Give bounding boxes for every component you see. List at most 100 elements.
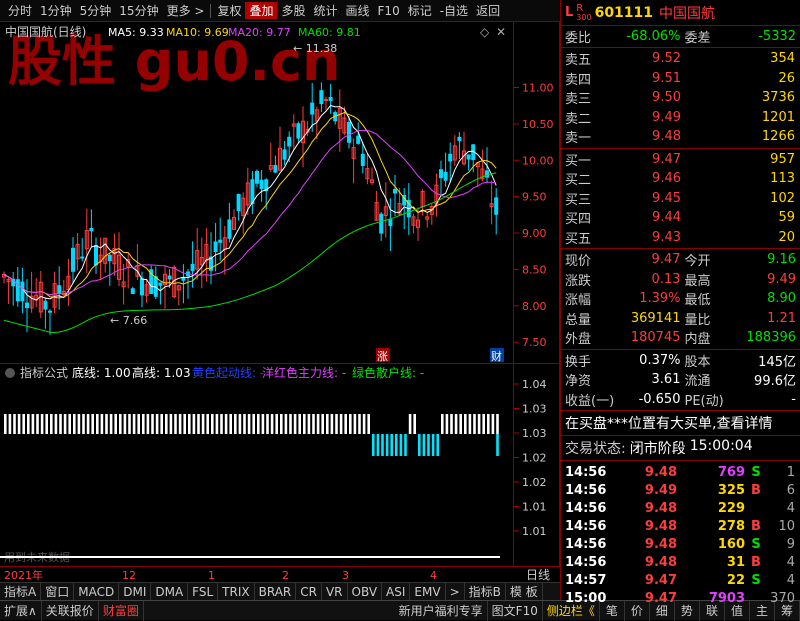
price-tick: 9.00 <box>522 227 547 240</box>
indicator-pane[interactable]: 指标公式 底线: 1.00 高线: 1.03 黄色起动线: - 洋红色主力线: … <box>0 364 514 566</box>
indicator-bar-cyan <box>385 434 389 456</box>
toolbar-item-13[interactable]: 返回 <box>472 2 504 19</box>
indicator-tick: 1.03 <box>522 403 547 416</box>
buys-price: 9.44 <box>652 210 681 226</box>
kline-svg[interactable]: 股性 gu0.cn 中国国航(日线) MA5: 9.33 MA10: 9.69 MA… <box>0 22 514 364</box>
status-right-0[interactable]: 新用户福利专享 <box>395 600 488 621</box>
indicator-tab-7[interactable]: BRAR <box>255 582 297 601</box>
sells-row[interactable]: 卖四 9.51 26 <box>561 69 800 89</box>
sells-row[interactable]: 卖二 9.49 1201 <box>561 108 800 128</box>
toolbar-item-12[interactable]: -自选 <box>436 2 472 19</box>
indicator-tab-14[interactable]: 指标B <box>465 582 506 601</box>
toolbar-item-0[interactable]: 分时 <box>4 2 36 19</box>
indicator-tab-13[interactable]: > <box>446 582 465 601</box>
indicator-tab-12[interactable]: EMV <box>410 582 446 601</box>
sells-row[interactable]: 卖五 9.52 354 <box>561 49 800 69</box>
indicator-bar-white <box>307 414 311 434</box>
toolbar-item-9[interactable]: 画线 <box>342 2 374 19</box>
indicator-tab-1[interactable]: 窗口 <box>41 582 75 601</box>
expand-diamond-icon[interactable]: ◇ <box>480 25 490 39</box>
indicator-toggle-icon[interactable] <box>5 368 15 378</box>
buys-row[interactable]: 买二 9.46 113 <box>561 169 800 189</box>
candle-body <box>190 263 195 271</box>
buys-row[interactable]: 买三 9.45 102 <box>561 189 800 209</box>
chart-toolbar: 分时 1分钟 5分钟 15分钟 更多 > 复权 叠加 多股 统计 画线 F10 标记 -自选 返回 <box>0 0 560 22</box>
indicator-bar-cyan <box>422 434 426 456</box>
toolbar-item-7[interactable]: 多股 <box>277 2 309 19</box>
status-left-0[interactable]: 扩展∧ <box>0 600 42 621</box>
indicator-bar-white <box>82 414 85 434</box>
sells-volume: 26 <box>778 70 795 86</box>
weicha-label: 委差 <box>684 31 711 46</box>
indicator-tab-6[interactable]: TRIX <box>218 582 255 601</box>
tick-time: 15:00 <box>565 590 607 606</box>
toolbar-item-6[interactable]: 叠加 <box>245 2 278 19</box>
tick-row: 14:56 9.48 278 B 10 <box>561 517 800 535</box>
indicator-tab-8[interactable]: CR <box>296 582 322 601</box>
status-right-1[interactable]: 图文F10 <box>488 600 543 621</box>
toolbar-item-2[interactable]: 5分钟 <box>76 2 116 19</box>
indicator-tab-15[interactable]: 模 板 <box>506 582 543 601</box>
indicator-tab-0[interactable]: 指标A <box>0 582 42 601</box>
ma-legend-item: MA60: 9.81 <box>298 26 361 39</box>
toolbar-item-1[interactable]: 1分钟 <box>36 2 76 19</box>
candle-body <box>255 170 259 184</box>
indicator-bar-white <box>243 414 246 434</box>
indicator-bar-cyan <box>436 434 439 456</box>
indicator-bar-cyan <box>427 434 430 456</box>
indicator-tab-10[interactable]: OBV <box>348 582 383 601</box>
buys-row[interactable]: 买一 9.47 957 <box>561 150 800 170</box>
indicator-bar-white <box>105 414 108 434</box>
indicator-tab-3[interactable]: DMI <box>119 582 152 601</box>
stat-row: 涨跌 0.13 最高 9.49 <box>561 270 800 290</box>
sells-row[interactable]: 卖三 9.50 3736 <box>561 88 800 108</box>
indicator-tab-11[interactable]: ASI <box>382 582 411 601</box>
buys-row[interactable]: 买四 9.44 59 <box>561 208 800 228</box>
indicator-line1-label: 黄色起动线: - <box>192 366 264 380</box>
indicator-bar-white <box>247 414 251 434</box>
kline-chart-pane[interactable]: 股性 gu0.cn 中国国航(日线) MA5: 9.33 MA10: 9.69 MA… <box>0 22 514 364</box>
status-left-2[interactable]: 财富圈 <box>99 600 144 621</box>
sells-price: 9.50 <box>652 90 681 106</box>
share-label: 流通 <box>684 374 711 390</box>
indicator-bar-white <box>445 414 449 434</box>
candle-body <box>213 241 218 253</box>
toolbar-item-8[interactable]: 统计 <box>310 2 342 19</box>
tick-count: 370 <box>770 590 795 606</box>
toolbar-item-11[interactable]: 标记 <box>404 2 436 19</box>
ma-legend-item: MA5: 9.33 <box>108 26 164 39</box>
indicator-tab-4[interactable]: DMA <box>151 582 189 601</box>
sells-label: 卖五 <box>565 53 592 69</box>
indicator-bar-white <box>215 414 219 434</box>
buy-orders: 买一 9.47 957 买二 9.46 113 买三 9.45 102 买四 9.44 59 买五 9.4… <box>561 149 800 249</box>
news-alert[interactable]: 在买盘***位置有大买单,查看详情 <box>561 411 800 436</box>
indicator-bar-white <box>13 414 16 434</box>
indicator-tab-2[interactable]: MACD <box>74 582 120 601</box>
indicator-bar-white <box>8 414 12 434</box>
indicator-tab-9[interactable]: VR <box>322 582 348 601</box>
toolbar-item-10[interactable]: F10 <box>374 4 404 18</box>
status-left-1[interactable]: 关联报价 <box>42 600 99 621</box>
ma-lines-group <box>3 104 497 334</box>
stat-label: 外盘 <box>565 332 592 348</box>
indicator-tab-5[interactable]: FSL <box>188 582 219 601</box>
toolbar-item-3[interactable]: 15分钟 <box>115 2 162 19</box>
candle-body <box>181 277 186 281</box>
buys-row[interactable]: 买五 9.43 20 <box>561 228 800 248</box>
indicator-bar-white <box>293 414 297 434</box>
toolbar-item-5[interactable]: 复权 <box>213 2 245 19</box>
tick-volume: 22 <box>726 572 745 588</box>
stat-row: 外盘 180745 内盘 188396 <box>561 328 800 348</box>
indicator-bar-white <box>220 414 223 434</box>
share-value: 99.6亿 <box>754 374 796 390</box>
price-scale: 7.50 8.00 8.50 9.00 9.50 10.00 10.50 11.00 <box>514 22 560 364</box>
close-icon[interactable]: ✕ <box>496 25 506 39</box>
candle-body <box>48 310 52 313</box>
sells-label: 卖三 <box>565 92 592 108</box>
toolbar-item-4[interactable]: 更多 > <box>163 2 209 19</box>
indicator-bar-white <box>275 414 278 434</box>
price-tick: 8.00 <box>522 300 547 313</box>
indicator-bar-white <box>330 414 334 434</box>
candle-body <box>140 278 144 296</box>
sells-row[interactable]: 卖一 9.48 1266 <box>561 127 800 147</box>
